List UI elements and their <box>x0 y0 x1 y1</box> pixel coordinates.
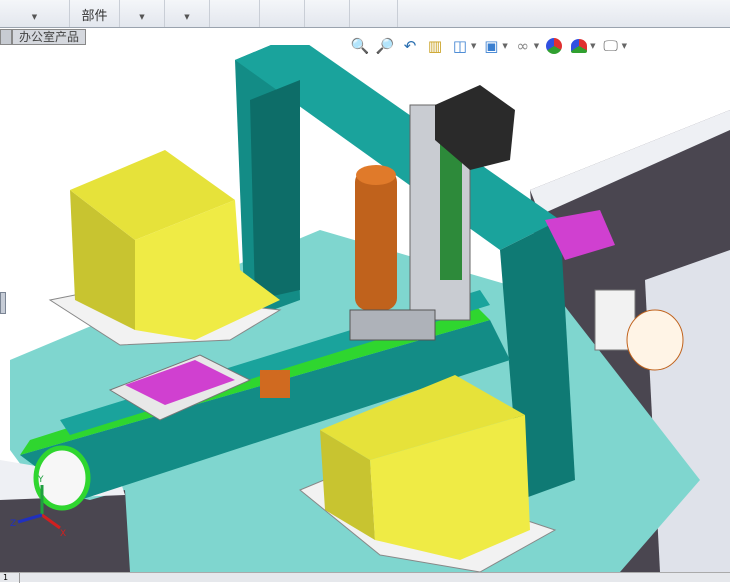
ribbon-group-4[interactable]: ▼ <box>165 0 210 27</box>
ribbon-group-3[interactable]: ▼ <box>120 0 165 27</box>
conveyor-roller <box>33 445 91 511</box>
graphics-area-3d-model[interactable]: Y X Z <box>0 45 730 572</box>
dropdown-arrow-icon[interactable]: ▼ <box>622 42 627 50</box>
spindle-cap <box>356 165 396 185</box>
ribbon-group-6[interactable] <box>260 0 305 27</box>
ribbon-group-5[interactable] <box>210 0 260 27</box>
section-view-icon[interactable]: ▥ <box>425 36 445 56</box>
dropdown-arrow-icon[interactable]: ▼ <box>590 42 595 50</box>
hide-show-items-icon[interactable]: ∞ <box>513 36 533 56</box>
spindle-holder <box>349 309 436 341</box>
display-style-icon[interactable]: ▣ <box>481 36 501 56</box>
sensor-cylinder <box>626 309 684 371</box>
view-settings-icon[interactable]: 🖵 <box>601 36 621 56</box>
ribbon-group-parts[interactable]: 部件 <box>70 0 120 27</box>
dropdown-arrow-icon[interactable]: ▼ <box>534 42 539 50</box>
dropdown-arrow-icon[interactable]: ▼ <box>0 13 69 21</box>
ribbon-group-7[interactable] <box>305 0 350 27</box>
triad-z-label: Z <box>10 519 16 529</box>
ribbon-group-8[interactable] <box>350 0 398 27</box>
gantry-inner <box>250 80 300 300</box>
feature-manager-expand-handle[interactable] <box>0 292 6 314</box>
heads-up-view-toolbar: 🔍 🔎 ↶ ▥ ◫ ▼ ▣ ▼ ∞ ▼ ▼ 🖵 ▼ <box>350 36 627 56</box>
previous-view-icon[interactable]: ↶ <box>400 36 420 56</box>
tab-scroll[interactable] <box>0 29 12 45</box>
zoom-to-fit-icon[interactable]: 🔍 <box>350 36 370 56</box>
document-tab[interactable]: 办公室产品 <box>12 29 87 45</box>
part-orange <box>260 370 290 398</box>
dropdown-arrow-icon[interactable]: ▼ <box>502 42 507 50</box>
zoom-to-area-icon[interactable]: 🔎 <box>375 36 395 56</box>
ribbon-label: 部件 <box>81 9 108 24</box>
spindle-motor <box>355 170 397 310</box>
dropdown-arrow-icon[interactable]: ▼ <box>165 13 209 21</box>
dropdown-arrow-icon[interactable]: ▼ <box>120 13 164 21</box>
ribbon-group-1[interactable]: ▼ <box>0 0 70 27</box>
document-tab-row: 办公室产品 <box>0 29 87 45</box>
view-orientation-icon[interactable]: ◫ <box>450 36 470 56</box>
edit-appearance-icon[interactable] <box>544 36 564 56</box>
command-manager-ribbon: ▼ 部件 ▼ ▼ <box>0 0 730 28</box>
apply-scene-icon[interactable] <box>569 36 589 56</box>
dropdown-arrow-icon[interactable]: ▼ <box>471 42 476 50</box>
triad-x-label: X <box>60 529 66 539</box>
status-bar: 1 <box>0 572 730 583</box>
triad-y-label: Y <box>37 475 44 485</box>
